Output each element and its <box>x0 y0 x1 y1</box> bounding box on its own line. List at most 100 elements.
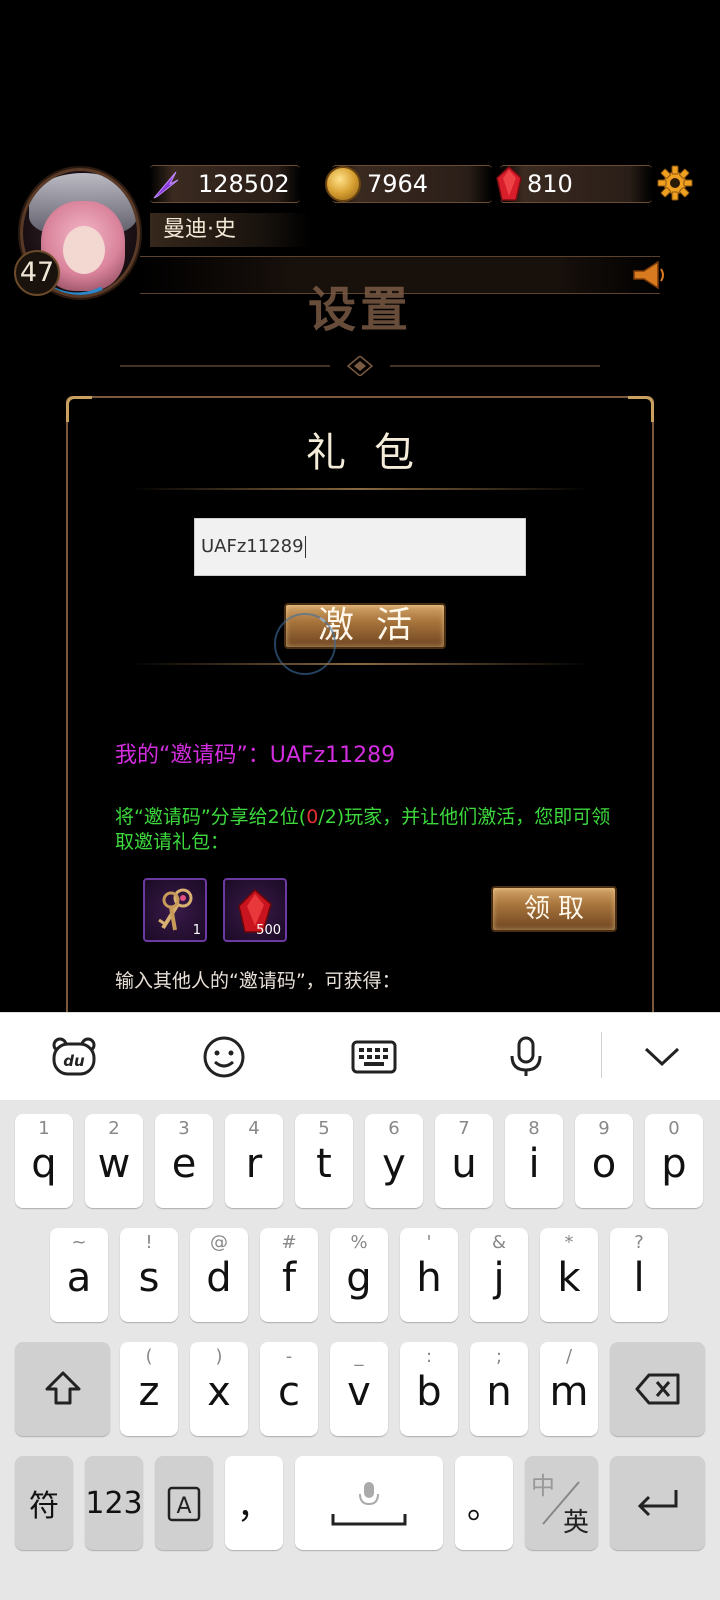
key-p[interactable]: 0p <box>645 1114 703 1208</box>
key-hint: 4 <box>248 1118 260 1139</box>
key-m[interactable]: / m <box>540 1342 598 1436</box>
period-key[interactable]: 。 <box>455 1456 513 1550</box>
key-y[interactable]: 6y <box>365 1114 423 1208</box>
language-switch-key[interactable]: 中 英 <box>525 1456 598 1550</box>
key-g[interactable]: % g <box>330 1228 388 1322</box>
key-letter: p <box>661 1141 687 1187</box>
key-letter: a <box>66 1255 92 1301</box>
key-hint: / <box>565 1346 573 1367</box>
key-w[interactable]: 2w <box>85 1114 143 1208</box>
invite-code-input[interactable]: UAFz11289 <box>194 518 526 576</box>
key-r[interactable]: 4r <box>225 1114 283 1208</box>
key-e[interactable]: 3e <box>155 1114 213 1208</box>
key-letter: o <box>591 1141 617 1187</box>
key-l[interactable]: ? l <box>610 1228 668 1322</box>
key-hint: 2 <box>108 1118 120 1139</box>
key-k[interactable]: * k <box>540 1228 598 1322</box>
reward-count: 1 <box>192 923 201 938</box>
key-a[interactable]: ~ a <box>50 1228 108 1322</box>
key-z[interactable]: (z <box>120 1342 178 1436</box>
key-letter: i <box>528 1141 540 1187</box>
reward-slot-gems[interactable]: 500 <box>223 878 287 942</box>
key-letter: n <box>486 1369 512 1415</box>
key-letter: k <box>557 1255 581 1301</box>
key-v[interactable]: _ v <box>330 1342 388 1436</box>
space-mic-icon <box>331 1482 407 1526</box>
title-separator <box>130 488 590 490</box>
key-letter: q <box>31 1141 57 1187</box>
key-hint: * <box>564 1232 574 1253</box>
baidu-du-icon[interactable]: du <box>50 1036 98 1078</box>
key-j[interactable]: & j <box>470 1228 528 1322</box>
key-f[interactable]: # f <box>260 1228 318 1322</box>
key-hint: 3 <box>178 1118 190 1139</box>
handwriting-key[interactable]: A <box>155 1456 213 1550</box>
enter-icon <box>637 1490 678 1517</box>
key-letter: g <box>346 1255 372 1301</box>
key-letter: f <box>281 1255 297 1301</box>
screen-title: 设置 <box>307 282 412 338</box>
key-u[interactable]: 7u <box>435 1114 493 1208</box>
collapse-chevron-icon[interactable] <box>638 1036 686 1078</box>
key-hint: 7 <box>458 1118 470 1139</box>
reward-count: 500 <box>256 923 281 938</box>
key-hint: ~ <box>71 1232 87 1253</box>
key-b[interactable]: :b <box>400 1342 458 1436</box>
key-q[interactable]: 1q <box>15 1114 73 1208</box>
key-hint: % <box>350 1232 368 1253</box>
power-value: 128502 <box>198 170 290 198</box>
settings-gear-icon[interactable] <box>657 165 693 201</box>
key-hint: ( <box>145 1346 153 1367</box>
key-letter: e <box>171 1141 197 1187</box>
shift-arrow-icon <box>45 1371 81 1405</box>
key-x[interactable]: ) x <box>190 1342 248 1436</box>
activate-separator <box>130 663 590 665</box>
key-i[interactable]: 8i <box>505 1114 563 1208</box>
key-n[interactable]: ; n <box>470 1342 528 1436</box>
numbers-key[interactable]: 123 <box>85 1456 143 1550</box>
keyboard-icon[interactable] <box>350 1036 398 1078</box>
gift-title: 礼包 <box>306 430 442 476</box>
key-d[interactable]: @ d <box>190 1228 248 1322</box>
key-letter: z <box>138 1369 160 1415</box>
key-hint: _ <box>354 1346 364 1367</box>
player-name: 曼迪·史 <box>163 217 236 242</box>
key-hint: ' <box>426 1232 432 1253</box>
key-letter: b <box>416 1369 442 1415</box>
key-hint: : <box>425 1346 433 1367</box>
svg-text:du: du <box>63 1052 85 1070</box>
key-hint: & <box>491 1232 507 1253</box>
text-caret <box>304 536 306 558</box>
key-t[interactable]: 5t <box>295 1114 353 1208</box>
shift-key[interactable] <box>15 1342 110 1436</box>
reward-slot-keys[interactable]: 1 <box>143 878 207 942</box>
toolbar-divider <box>601 1032 602 1078</box>
gold-coin-icon <box>325 166 361 202</box>
claim-button[interactable]: 领取 <box>491 886 617 932</box>
backspace-key[interactable] <box>610 1342 705 1436</box>
backspace-icon <box>635 1373 680 1405</box>
gem-bar <box>500 165 652 203</box>
my-invite-code: 我的“邀请码”：UAFz11289 <box>115 743 396 768</box>
enter-key[interactable] <box>610 1456 705 1550</box>
key-c[interactable]: -c <box>260 1342 318 1436</box>
microphone-icon[interactable] <box>502 1036 550 1078</box>
key-s[interactable]: ! s <box>120 1228 178 1322</box>
red-gem-icon <box>496 166 522 201</box>
key-h[interactable]: ' h <box>400 1228 458 1322</box>
emoji-icon[interactable] <box>200 1036 248 1078</box>
key-letter: v <box>347 1369 371 1415</box>
key-letter: r <box>245 1141 263 1187</box>
key-hint: ? <box>634 1232 644 1253</box>
gem-value: 810 <box>527 170 573 198</box>
key-letter: m <box>549 1369 589 1415</box>
comma-key[interactable]: ， <box>225 1456 283 1550</box>
letter-a-box-icon: A <box>167 1486 201 1522</box>
key-letter: d <box>206 1255 232 1301</box>
key-hint: @ <box>210 1232 228 1253</box>
share-instructions: 将“邀请码”分享给2位(0/2)玩家，并让他们激活，您即可领取邀请礼包： <box>115 806 611 853</box>
symbols-key[interactable]: 符 <box>15 1456 73 1550</box>
key-o[interactable]: 9o <box>575 1114 633 1208</box>
space-key[interactable] <box>295 1456 443 1550</box>
title-ornament <box>120 356 600 376</box>
